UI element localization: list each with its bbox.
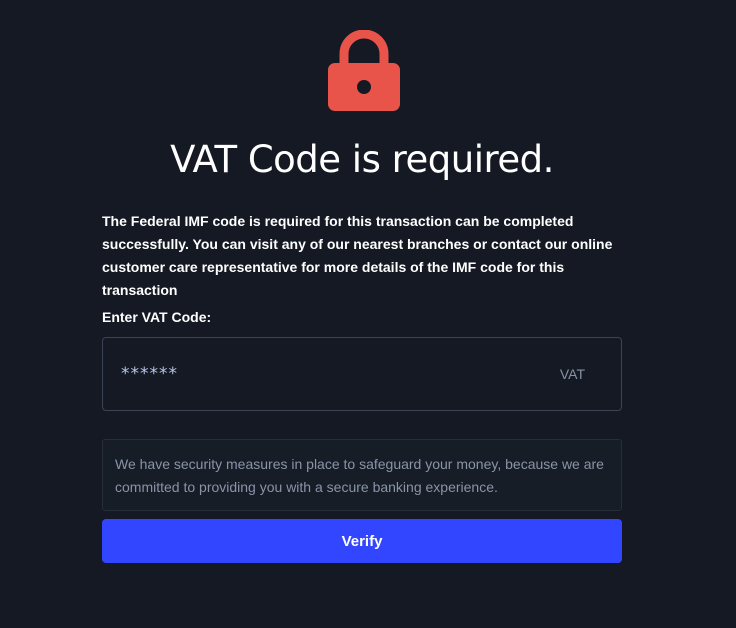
vat-code-label: Enter VAT Code:	[102, 309, 212, 325]
lock-icon	[327, 29, 401, 112]
vat-code-input-wrapper: VAT	[102, 337, 622, 411]
page-title: VAT Code is required.	[170, 138, 554, 181]
vat-code-input[interactable]	[121, 358, 521, 390]
verify-button[interactable]: Verify	[102, 519, 622, 563]
description-text: The Federal IMF code is required for thi…	[102, 213, 613, 298]
security-notice-text: We have security measures in place to sa…	[115, 456, 604, 495]
input-suffix-vat: VAT	[559, 366, 585, 382]
security-notice: We have security measures in place to sa…	[102, 439, 622, 511]
